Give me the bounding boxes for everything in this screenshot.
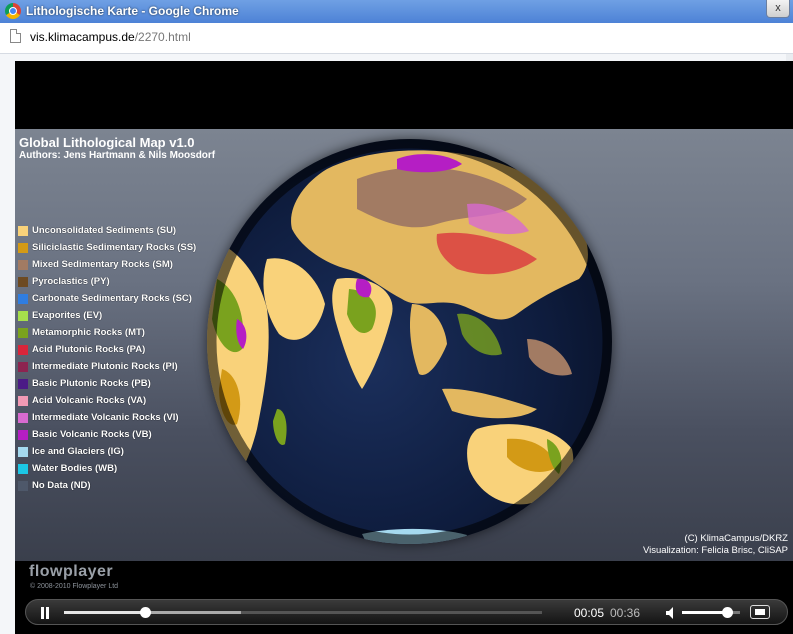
map-title: Global Lithological Map v1.0 (19, 135, 195, 150)
legend-swatch (18, 293, 28, 304)
volume-slider[interactable] (682, 607, 740, 618)
globe-lithology-map (207, 139, 612, 544)
legend-swatch (18, 259, 28, 270)
legend-label: Siliciclastic Sedimentary Rocks (SS) (32, 242, 197, 253)
legend-item: Intermediate Plutonic Rocks (PI) (18, 358, 196, 375)
globe-map-graphic (207, 139, 612, 544)
legend-item: Intermediate Volcanic Rocks (VI) (18, 409, 196, 426)
legend-swatch (18, 327, 28, 338)
flowplayer-video-player[interactable]: Global Lithological Map v1.0 Authors: Je… (15, 61, 793, 634)
chrome-logo-icon (5, 3, 21, 19)
pause-icon[interactable] (40, 607, 50, 619)
legend-label: Intermediate Volcanic Rocks (VI) (32, 412, 179, 423)
legend-item: Metamorphic Rocks (MT) (18, 324, 196, 341)
volume-handle[interactable] (722, 607, 734, 618)
legend-item: Basic Plutonic Rocks (PB) (18, 375, 196, 392)
legend-item: Siliciclastic Sedimentary Rocks (SS) (18, 239, 196, 256)
window-title: Lithologische Karte - Google Chrome (26, 4, 239, 18)
legend-swatch (18, 446, 28, 457)
legend-swatch (18, 225, 28, 236)
legend-label: Mixed Sedimentary Rocks (SM) (32, 259, 173, 270)
legend-item: No Data (ND) (18, 477, 196, 494)
legend-item: Water Bodies (WB) (18, 460, 196, 477)
map-authors: Authors: Jens Hartmann & Nils Moosdorf (19, 150, 216, 161)
legend-item: Acid Volcanic Rocks (VA) (18, 392, 196, 409)
legend-swatch (18, 361, 28, 372)
legend-swatch (18, 276, 28, 287)
legend-swatch (18, 378, 28, 389)
legend-item: Ice and Glaciers (IG) (18, 443, 196, 460)
legend-label: Acid Volcanic Rocks (VA) (32, 395, 147, 406)
legend-swatch (18, 310, 28, 321)
legend-item: Unconsolidated Sediments (SU) (18, 222, 196, 239)
legend-label: Basic Plutonic Rocks (PB) (32, 378, 151, 389)
legend-label: Metamorphic Rocks (MT) (32, 327, 145, 338)
volume-level (682, 611, 728, 614)
window-close-button[interactable]: x (766, 0, 790, 18)
legend-item: Acid Plutonic Rocks (PA) (18, 341, 196, 358)
copyright-credit: (C) KlimaCampus/DKRZ (684, 533, 788, 544)
legend-label: Acid Plutonic Rocks (PA) (32, 344, 146, 355)
legend-swatch (18, 242, 28, 253)
time-current: 00:05 (574, 606, 605, 620)
legend-item: Evaporites (EV) (18, 307, 196, 324)
address-bar[interactable]: vis.klimacampus.de/2270.html (0, 23, 793, 54)
legend-swatch (18, 480, 28, 491)
progress-handle[interactable] (140, 607, 152, 618)
legend-item: Pyroclastics (PY) (18, 273, 196, 290)
progress-scrubber[interactable] (64, 607, 542, 618)
legend-item: Basic Volcanic Rocks (VB) (18, 426, 196, 443)
legend-label: No Data (ND) (32, 480, 91, 491)
volume-icon[interactable] (666, 607, 680, 619)
progress-played (64, 611, 146, 614)
url-path: /2270.html (134, 30, 191, 44)
url-text[interactable]: vis.klimacampus.de/2270.html (30, 30, 191, 44)
flowplayer-logo[interactable]: flowplayer (29, 563, 113, 581)
video-screen[interactable]: Global Lithological Map v1.0 Authors: Je… (15, 129, 793, 561)
legend-label: Evaporites (EV) (32, 310, 103, 321)
legend-swatch (18, 429, 28, 440)
player-controlbar: 00:05 00:36 (25, 599, 788, 625)
legend-swatch (18, 395, 28, 406)
legend-label: Intermediate Plutonic Rocks (PI) (32, 361, 178, 372)
legend-swatch (18, 412, 28, 423)
page-icon (10, 29, 21, 43)
legend-label: Carbonate Sedimentary Rocks (SC) (32, 293, 192, 304)
legend-label: Ice and Glaciers (IG) (32, 446, 124, 457)
legend-swatch (18, 344, 28, 355)
legend-swatch (18, 463, 28, 474)
time-total: 00:36 (610, 606, 641, 620)
visualization-credit: Visualization: Felicia Brisc, CliSAP (642, 545, 788, 556)
legend-label: Unconsolidated Sediments (SU) (32, 225, 177, 236)
legend-label: Basic Volcanic Rocks (VB) (32, 429, 152, 440)
legend-item: Mixed Sedimentary Rocks (SM) (18, 256, 196, 273)
flowplayer-copyright: © 2008-2010 Flowplayer Ltd (30, 583, 119, 590)
window-titlebar: Lithologische Karte - Google Chrome x (0, 0, 793, 23)
lithology-legend: Unconsolidated Sediments (SU) Siliciclast… (18, 222, 196, 494)
fullscreen-icon[interactable] (750, 605, 770, 619)
url-domain: vis.klimacampus.de (30, 30, 135, 44)
legend-item: Carbonate Sedimentary Rocks (SC) (18, 290, 196, 307)
legend-label: Water Bodies (WB) (32, 463, 118, 474)
legend-label: Pyroclastics (PY) (32, 276, 110, 287)
